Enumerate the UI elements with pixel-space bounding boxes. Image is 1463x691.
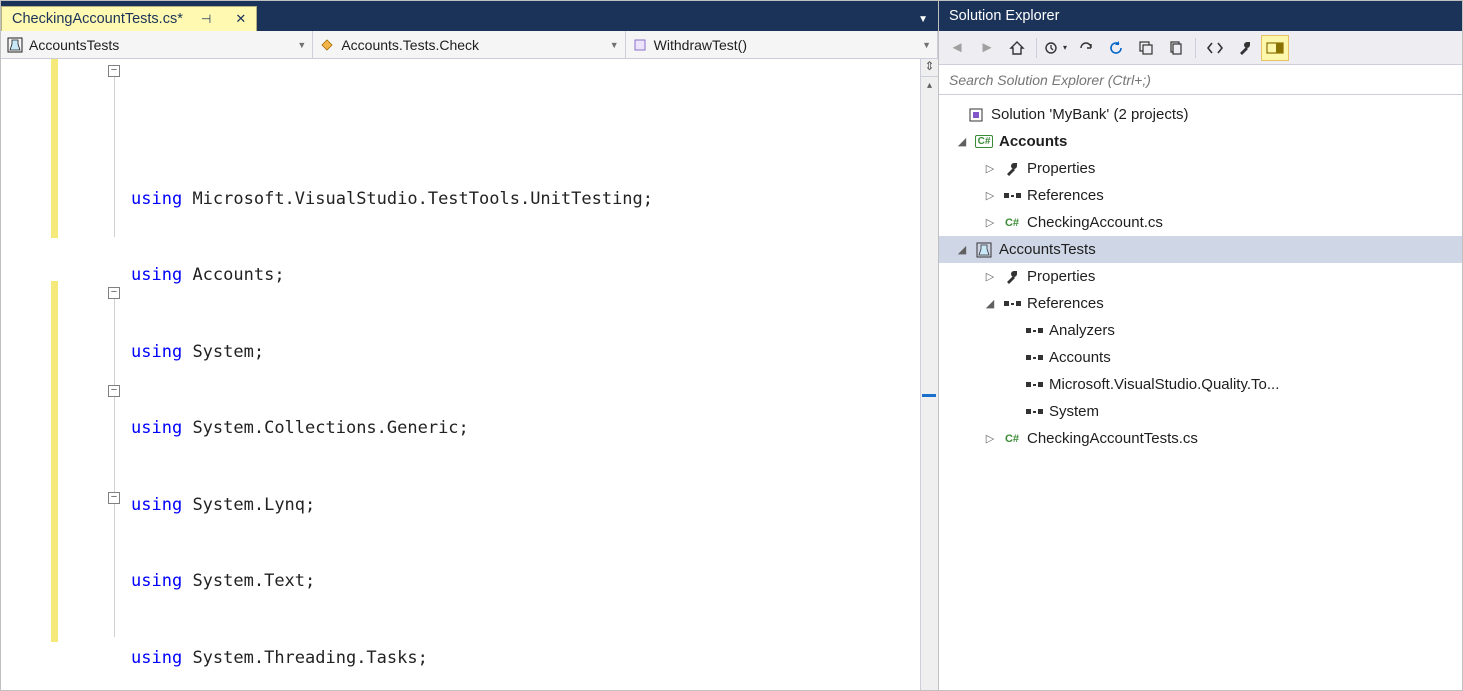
code-editor-panel: CheckingAccountTests.cs* ⊣ ✕ ▼ AccountsT…	[0, 0, 938, 691]
properties-label: Properties	[1027, 160, 1095, 177]
file-label: CheckingAccount.cs	[1027, 214, 1163, 231]
back-button[interactable]: ◄	[943, 35, 971, 61]
reference-item-accounts[interactable]: Accounts	[939, 344, 1462, 371]
document-tab[interactable]: CheckingAccountTests.cs* ⊣ ✕	[1, 6, 257, 31]
tree-collapse-icon[interactable]: ◢	[955, 135, 969, 148]
solution-explorer-panel: Solution Explorer ◄ ► ▾	[938, 0, 1463, 691]
references-node[interactable]: ◢ References	[939, 290, 1462, 317]
solution-label: Solution 'MyBank' (2 projects)	[991, 106, 1188, 123]
toolbar-separator	[1195, 38, 1196, 58]
file-node-checkingaccount[interactable]: ▷ C# CheckingAccount.cs	[939, 209, 1462, 236]
toolbar-separator	[1036, 38, 1037, 58]
chevron-down-icon: ▼	[610, 40, 619, 50]
solution-tree[interactable]: Solution 'MyBank' (2 projects) ◢ C# Acco…	[939, 95, 1462, 690]
nav-scope-dropdown[interactable]: AccountsTests ▼	[1, 31, 313, 58]
nav-type-text: Accounts.Tests.Check	[341, 37, 479, 53]
sync-button[interactable]	[1072, 35, 1100, 61]
tree-collapse-icon[interactable]: ◢	[955, 243, 969, 256]
reference-item-icon	[1025, 403, 1043, 421]
code-text-area[interactable]: using Microsoft.VisualStudio.TestTools.U…	[1, 59, 920, 690]
project-node-accounts[interactable]: ◢ C# Accounts	[939, 128, 1462, 155]
collapse-all-button[interactable]	[1132, 35, 1160, 61]
test-project-icon	[975, 241, 993, 259]
chevron-down-icon: ▼	[297, 40, 306, 50]
reference-label: Microsoft.VisualStudio.Quality.To...	[1049, 376, 1279, 393]
reference-label: Analyzers	[1049, 322, 1115, 339]
file-node-checkingaccounttests[interactable]: ▷ C# CheckingAccountTests.cs	[939, 425, 1462, 452]
close-tab-icon[interactable]: ✕	[229, 11, 252, 27]
test-project-icon	[7, 37, 23, 53]
references-label: References	[1027, 187, 1104, 204]
tree-expand-icon[interactable]: ▷	[983, 432, 997, 445]
tree-expand-icon[interactable]: ▷	[983, 216, 997, 229]
tab-overflow-button[interactable]: ▼	[908, 14, 938, 31]
reference-item-analyzers[interactable]: Analyzers	[939, 317, 1462, 344]
solution-explorer-title-text: Solution Explorer	[949, 8, 1059, 24]
navigation-bar: AccountsTests ▼ Accounts.Tests.Check ▼ W…	[1, 31, 938, 59]
properties-label: Properties	[1027, 268, 1095, 285]
reference-item-system[interactable]: System	[939, 398, 1462, 425]
show-all-files-button[interactable]	[1162, 35, 1190, 61]
pin-tab-icon[interactable]: ⊣	[197, 12, 215, 26]
method-icon	[632, 37, 648, 53]
chevron-down-icon: ▼	[922, 40, 931, 50]
properties-button[interactable]	[1231, 35, 1259, 61]
reference-item-msvs-quality[interactable]: Microsoft.VisualStudio.Quality.To...	[939, 371, 1462, 398]
properties-node[interactable]: ▷ Properties	[939, 155, 1462, 182]
scrollbar-marker	[922, 394, 936, 397]
solution-explorer-title: Solution Explorer	[939, 1, 1462, 31]
properties-icon	[1003, 160, 1021, 178]
tree-expand-icon[interactable]: ▷	[983, 162, 997, 175]
nav-type-dropdown[interactable]: Accounts.Tests.Check ▼	[313, 31, 625, 58]
reference-item-icon	[1025, 349, 1043, 367]
tree-expand-icon[interactable]: ▷	[983, 270, 997, 283]
nav-member-dropdown[interactable]: WithdrawTest() ▼	[626, 31, 938, 58]
class-icon	[319, 37, 335, 53]
scroll-up-arrow-icon[interactable]: ▴	[921, 77, 938, 95]
preview-selected-items-button[interactable]	[1261, 35, 1289, 61]
split-view-icon[interactable]: ⇕	[921, 59, 938, 77]
code-editor-body[interactable]: − − − − using Microsoft.VisualStudio.Tes…	[1, 59, 938, 690]
references-icon	[1003, 187, 1021, 205]
tree-expand-icon[interactable]: ▷	[983, 189, 997, 202]
home-button[interactable]	[1003, 35, 1031, 61]
properties-node[interactable]: ▷ Properties	[939, 263, 1462, 290]
solution-icon	[967, 106, 985, 124]
reference-item-icon	[1025, 376, 1043, 394]
csharp-file-icon: C#	[1003, 430, 1021, 448]
refresh-button[interactable]	[1102, 35, 1130, 61]
references-icon	[1003, 295, 1021, 313]
references-label: References	[1027, 295, 1104, 312]
solution-node[interactable]: Solution 'MyBank' (2 projects)	[939, 101, 1462, 128]
csharp-project-icon: C#	[975, 133, 993, 151]
reference-label: Accounts	[1049, 349, 1111, 366]
csharp-file-icon: C#	[1003, 214, 1021, 232]
nav-scope-text: AccountsTests	[29, 37, 119, 53]
vertical-scrollbar[interactable]: ⇕ ▴	[920, 59, 938, 690]
pending-changes-filter-button[interactable]: ▾	[1042, 35, 1070, 61]
solution-explorer-search[interactable]	[939, 65, 1462, 95]
solution-explorer-toolbar: ◄ ► ▾	[939, 31, 1462, 65]
project-label: Accounts	[999, 133, 1067, 150]
view-code-button[interactable]	[1201, 35, 1229, 61]
document-tabs-bar: CheckingAccountTests.cs* ⊣ ✕ ▼	[1, 1, 938, 31]
reference-label: System	[1049, 403, 1099, 420]
tree-collapse-icon[interactable]: ◢	[983, 297, 997, 310]
properties-icon	[1003, 268, 1021, 286]
reference-item-icon	[1025, 322, 1043, 340]
references-node[interactable]: ▷ References	[939, 182, 1462, 209]
forward-button[interactable]: ►	[973, 35, 1001, 61]
document-tab-filename: CheckingAccountTests.cs*	[12, 11, 183, 27]
solution-explorer-search-input[interactable]	[939, 65, 1462, 94]
project-node-accountstests[interactable]: ◢ AccountsTests	[939, 236, 1462, 263]
file-label: CheckingAccountTests.cs	[1027, 430, 1198, 447]
project-label: AccountsTests	[999, 241, 1096, 258]
nav-member-text: WithdrawTest()	[654, 37, 747, 53]
